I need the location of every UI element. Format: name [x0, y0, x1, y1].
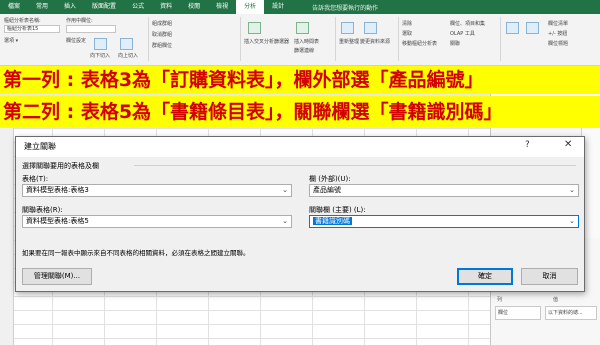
change-source-button[interactable]: 變更資料來源	[360, 38, 390, 45]
create-relationship-dialog: 建立關聯 ? ✕ 選擇關聯要用的表格及欄 表格(T): 資料模型表格:表格3 ⌄…	[15, 136, 585, 292]
row-headers	[0, 128, 14, 345]
ribbon-tab-strip: 檔案 常用 插入 版面配置 公式 資料 校閱 檢視 分析 設計 告訴我您想要執行…	[0, 0, 600, 14]
active-field-label: 作用中欄位:	[66, 18, 93, 24]
section-label: 選擇關聯要用的表格及欄	[22, 162, 99, 170]
column-foreign-select[interactable]: 產品編號 ⌄	[309, 184, 579, 197]
pane-values-label: 值	[553, 297, 559, 303]
tab-file[interactable]: 檔案	[0, 0, 28, 14]
ribbon-separator	[335, 17, 336, 61]
related-table-label: 關聯表格(R):	[22, 206, 63, 214]
close-icon[interactable]: ✕	[564, 139, 572, 150]
drill-up-label[interactable]: 向上切入	[118, 52, 138, 59]
relationship-hint: 如果要在同一報表中顯示來自不同表格的相關資料，必須在表格之間建立關聯。	[22, 249, 250, 257]
ribbon-separator	[398, 17, 399, 61]
timeline-icon[interactable]	[296, 22, 309, 34]
pane-rows-label: 列	[497, 297, 503, 303]
ribbon-separator	[148, 17, 149, 61]
ribbon-separator	[240, 17, 241, 61]
chevron-down-icon: ⌄	[282, 186, 288, 194]
pane-values-drop[interactable]: 以下資料的總...	[545, 306, 597, 320]
options-button[interactable]: 選項 ▾	[4, 37, 18, 44]
ungroup-button[interactable]: 取消群組	[152, 31, 172, 38]
related-column-value: 書籍識別碼	[313, 217, 352, 225]
instruction-banner-1: 第一列 : 表格3為「訂購資料表」，欄外部選「產品編號」	[0, 66, 600, 94]
pane-rows-drop[interactable]: 欄位	[495, 306, 541, 320]
recommended-pivot-icon[interactable]	[526, 22, 539, 34]
active-field-input[interactable]	[66, 25, 116, 33]
pivot-name-input[interactable]: 樞紐分析表15	[4, 25, 60, 33]
insert-timeline-button[interactable]: 插入時間表	[294, 38, 319, 45]
tab-home[interactable]: 常用	[28, 0, 56, 14]
dialog-title: 建立關聯	[24, 142, 56, 151]
related-column-select[interactable]: 書籍識別碼 ⌄	[309, 215, 579, 228]
tell-me-box[interactable]: 告訴我您想要執行的動作	[312, 3, 378, 12]
pivot-name-label: 樞紐分析表名稱:	[4, 18, 41, 24]
group-field-button[interactable]: 群組欄位	[152, 42, 172, 49]
table-select-value: 資料模型表格:表格3	[26, 186, 89, 194]
group-selection-button[interactable]: 組成群組	[152, 20, 172, 27]
field-settings-button[interactable]: 欄位設定	[66, 37, 86, 44]
chevron-down-icon: ⌄	[569, 217, 575, 225]
change-source-icon[interactable]	[364, 22, 377, 34]
ribbon-separator	[500, 17, 501, 61]
pivot-chart-icon[interactable]	[506, 22, 519, 34]
tab-review[interactable]: 校閱	[180, 0, 208, 14]
chevron-down-icon: ⌄	[569, 186, 575, 194]
tab-design[interactable]: 設計	[264, 0, 292, 14]
tab-data[interactable]: 資料	[152, 0, 180, 14]
manage-relationships-button[interactable]: 管理關聯(M)...	[22, 268, 92, 285]
drill-up-icon[interactable]	[120, 38, 133, 50]
refresh-icon[interactable]	[341, 22, 354, 34]
cancel-button[interactable]: 取消	[521, 268, 578, 285]
field-list-button[interactable]: 欄位清單	[548, 20, 568, 27]
refresh-button[interactable]: 重新整理	[339, 38, 359, 45]
filter-connections-button[interactable]: 篩選連線	[294, 47, 314, 54]
table-select[interactable]: 資料模型表格:表格3 ⌄	[22, 184, 292, 197]
fields-items-sets-button[interactable]: 欄位、項目和集	[450, 20, 485, 27]
section-divider	[134, 165, 576, 166]
drill-down-icon[interactable]	[94, 38, 107, 50]
related-column-label: 關聯欄 (主要) (L):	[309, 206, 366, 214]
tab-insert[interactable]: 插入	[56, 0, 84, 14]
ok-button[interactable]: 確定	[457, 268, 513, 285]
column-foreign-label: 欄 (外部)(U):	[309, 175, 351, 183]
instruction-banner-2: 第二列 : 表格5為「書籍條目表」，關聯欄選「書籍識別碼」	[0, 96, 600, 128]
dialog-title-bar[interactable]: 建立關聯 ? ✕	[16, 137, 584, 157]
tab-view[interactable]: 檢視	[208, 0, 236, 14]
clear-button[interactable]: 清除	[402, 20, 412, 27]
move-pivot-button[interactable]: 移動樞紐分析表	[402, 40, 437, 47]
select-button[interactable]: 選取	[402, 30, 412, 37]
plus-minus-button[interactable]: +/- 按鈕	[548, 30, 567, 37]
relationships-button[interactable]: 關聯	[450, 40, 460, 47]
field-headers-button[interactable]: 欄位標題	[548, 40, 568, 47]
related-table-value: 資料模型表格:表格5	[26, 217, 89, 225]
chevron-down-icon: ⌄	[282, 217, 288, 225]
tab-page-layout[interactable]: 版面配置	[84, 0, 124, 14]
tab-formulas[interactable]: 公式	[124, 0, 152, 14]
olap-tools-button[interactable]: OLAP 工具	[450, 30, 475, 37]
ribbon-body: 樞紐分析表名稱: 樞紐分析表15 選項 ▾ 作用中欄位: 欄位設定 向下切入 向…	[0, 14, 600, 66]
insert-slicer-button[interactable]: 插入交叉分析篩選器	[244, 38, 289, 45]
slicer-icon[interactable]	[248, 22, 261, 34]
help-icon[interactable]: ?	[525, 140, 530, 150]
column-foreign-value: 產品編號	[313, 186, 341, 194]
related-table-select[interactable]: 資料模型表格:表格5 ⌄	[22, 215, 292, 228]
tab-analyze[interactable]: 分析	[236, 0, 265, 14]
table-label: 表格(T):	[22, 175, 49, 183]
drill-down-label[interactable]: 向下切入	[90, 52, 110, 59]
